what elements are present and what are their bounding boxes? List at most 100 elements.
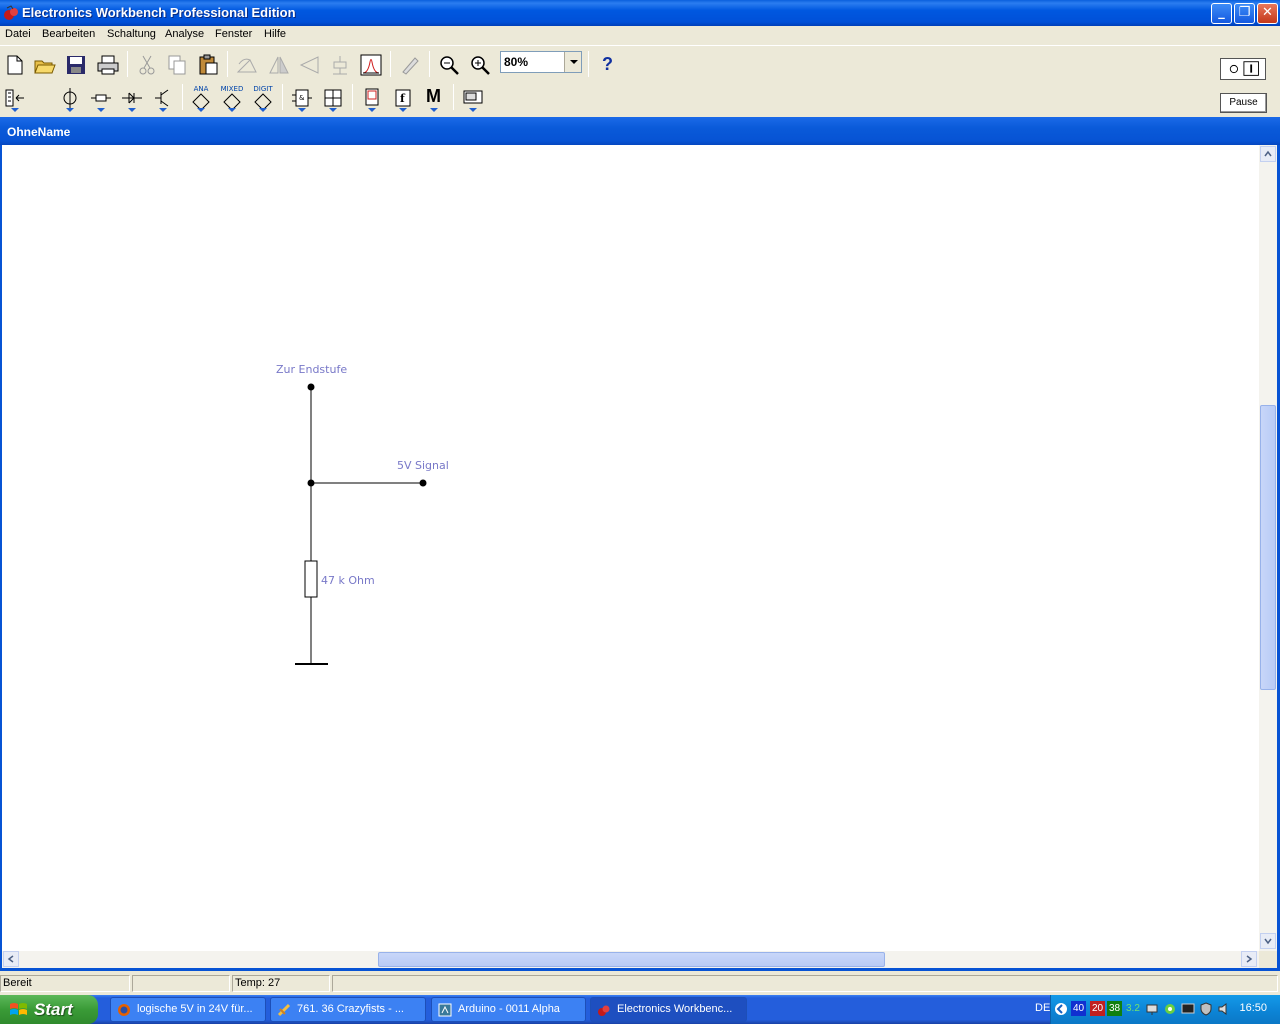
close-button[interactable]: ✕	[1257, 3, 1278, 24]
display-icon[interactable]	[1181, 1002, 1195, 1016]
probe-icon	[402, 57, 419, 75]
menu-fenster[interactable]: Fenster	[215, 28, 252, 40]
minimize-button[interactable]: _	[1211, 3, 1232, 24]
chevron-left-icon	[7, 955, 14, 963]
flip-horizontal-button[interactable]	[266, 51, 292, 79]
tray-expand-icon[interactable]	[1054, 1002, 1068, 1016]
rotate-icon	[236, 58, 257, 73]
indicators-bin-button[interactable]	[359, 84, 385, 112]
basic-bin-button[interactable]	[88, 84, 114, 112]
dropdown-arrow-icon	[298, 108, 306, 112]
mixed-ics-bin-button[interactable]: MIXED	[219, 84, 245, 112]
top-node-label: Zur Endstufe	[276, 363, 347, 376]
zoom-in-button[interactable]	[467, 51, 493, 79]
gear-icon[interactable]	[1163, 1002, 1177, 1016]
vertical-scrollbar[interactable]	[1259, 145, 1277, 951]
save-disk-icon	[67, 56, 85, 74]
document-titlebar[interactable]: OhneName	[0, 117, 1280, 145]
connector-node[interactable]	[307, 479, 315, 487]
graph-curve-icon	[360, 54, 382, 76]
taskbar-item-arduino[interactable]: Arduino - 0011 Alpha	[431, 997, 586, 1022]
menu-analyse[interactable]: Analyse	[165, 28, 204, 40]
toolbar-separator	[429, 51, 430, 77]
instruments-bin-button[interactable]	[460, 84, 486, 112]
system-tray: 40 20 38 3.2 16:50	[1050, 995, 1280, 1024]
dropdown-arrow-icon	[259, 108, 267, 112]
power-switch[interactable]	[1220, 58, 1266, 80]
rotate-button[interactable]	[234, 51, 260, 79]
scroll-left-button[interactable]	[3, 951, 19, 967]
help-button[interactable]: ?	[595, 51, 621, 79]
horizontal-scroll-thumb[interactable]	[378, 952, 885, 967]
oscilloscope-icon	[463, 90, 483, 104]
paste-button[interactable]	[195, 51, 221, 79]
connector-node[interactable]	[307, 383, 315, 391]
start-button[interactable]: Start	[0, 995, 98, 1024]
parts-bin-toggle-button[interactable]	[2, 84, 28, 112]
sources-bin-button[interactable]	[57, 84, 83, 112]
copy-button[interactable]	[164, 51, 190, 79]
cut-button[interactable]	[134, 51, 160, 79]
security-icon[interactable]	[1199, 1002, 1213, 1016]
circuit-schematic: Zur Endstufe 5V Signal 47 k Ohm	[276, 363, 449, 665]
scroll-right-button[interactable]	[1241, 951, 1257, 967]
music-player-icon	[277, 1003, 291, 1017]
menu-bearbeiten[interactable]: Bearbeiten	[42, 28, 95, 40]
network-icon[interactable]	[1145, 1002, 1159, 1016]
diodes-bin-button[interactable]	[119, 84, 145, 112]
component-properties-button[interactable]	[327, 51, 353, 79]
digital-bin-button[interactable]	[320, 84, 346, 112]
print-button[interactable]	[95, 51, 121, 79]
new-file-button[interactable]	[2, 51, 28, 79]
clock[interactable]: 16:50	[1239, 1002, 1267, 1014]
window-titlebar[interactable]: Electronics Workbench Professional Editi…	[0, 0, 1280, 26]
scroll-down-button[interactable]	[1260, 933, 1276, 949]
taskbar-item-electronics-workbench[interactable]: Electronics Workbenc...	[590, 997, 747, 1022]
taskbar-item-label: Arduino - 0011 Alpha	[458, 1003, 560, 1015]
menu-datei[interactable]: Datei	[5, 28, 31, 40]
pause-button[interactable]: Pause	[1220, 93, 1267, 113]
source-icon	[63, 88, 77, 108]
transistors-bin-button[interactable]	[150, 84, 176, 112]
taskbar-item-label: 761. 36 Crazyfists - ...	[297, 1003, 404, 1015]
window-title: Electronics Workbench Professional Editi…	[22, 5, 296, 20]
zoom-out-button[interactable]	[436, 51, 462, 79]
scroll-up-button[interactable]	[1260, 146, 1276, 162]
tray-badge[interactable]: 38	[1107, 1001, 1123, 1016]
horizontal-scrollbar[interactable]	[2, 951, 1259, 968]
dropdown-arrow-icon	[197, 108, 205, 112]
menu-schaltung[interactable]: Schaltung	[107, 28, 156, 40]
grapher-button[interactable]	[358, 51, 384, 79]
zoom-select[interactable]: 80%	[500, 51, 582, 73]
volume-icon[interactable]	[1217, 1002, 1231, 1016]
dropdown-arrow-icon	[228, 108, 236, 112]
controls-bin-button[interactable]: f	[390, 84, 416, 112]
logic-gates-bin-button[interactable]: &	[289, 84, 315, 112]
dropdown-arrow-icon	[159, 108, 167, 112]
resistor-component[interactable]	[304, 560, 318, 598]
digital-ics-bin-button[interactable]: DIGIT	[250, 84, 276, 112]
vertical-scroll-thumb[interactable]	[1260, 405, 1276, 690]
taskbar-item-firefox[interactable]: logische 5V in 24V für...	[110, 997, 266, 1022]
chevron-down-icon[interactable]	[564, 52, 581, 72]
instruments-button[interactable]	[397, 51, 423, 79]
menu-hilfe[interactable]: Hilfe	[264, 28, 286, 40]
document-title: OhneName	[7, 125, 71, 139]
maximize-button[interactable]: ❐	[1234, 3, 1255, 24]
connector-node[interactable]	[419, 479, 427, 487]
arduino-icon	[438, 1003, 452, 1017]
dropdown-arrow-icon	[128, 108, 136, 112]
taskbar-item-music[interactable]: 761. 36 Crazyfists - ...	[270, 997, 426, 1022]
language-indicator[interactable]: DE	[1035, 1002, 1050, 1014]
analog-ics-bin-button[interactable]: ANA	[188, 84, 214, 112]
dropdown-arrow-icon	[97, 108, 105, 112]
miscellaneous-icon: M	[426, 86, 441, 106]
save-button[interactable]	[63, 51, 89, 79]
miscellaneous-bin-button[interactable]: M	[421, 84, 447, 112]
resistor-bin-icon	[91, 94, 111, 102]
tray-badge[interactable]: 40	[1071, 1001, 1087, 1016]
flip-vertical-button[interactable]	[296, 51, 322, 79]
open-file-button[interactable]	[32, 51, 58, 79]
tray-badge[interactable]: 20	[1090, 1001, 1106, 1016]
tray-badge[interactable]: 3.2	[1124, 1001, 1142, 1016]
